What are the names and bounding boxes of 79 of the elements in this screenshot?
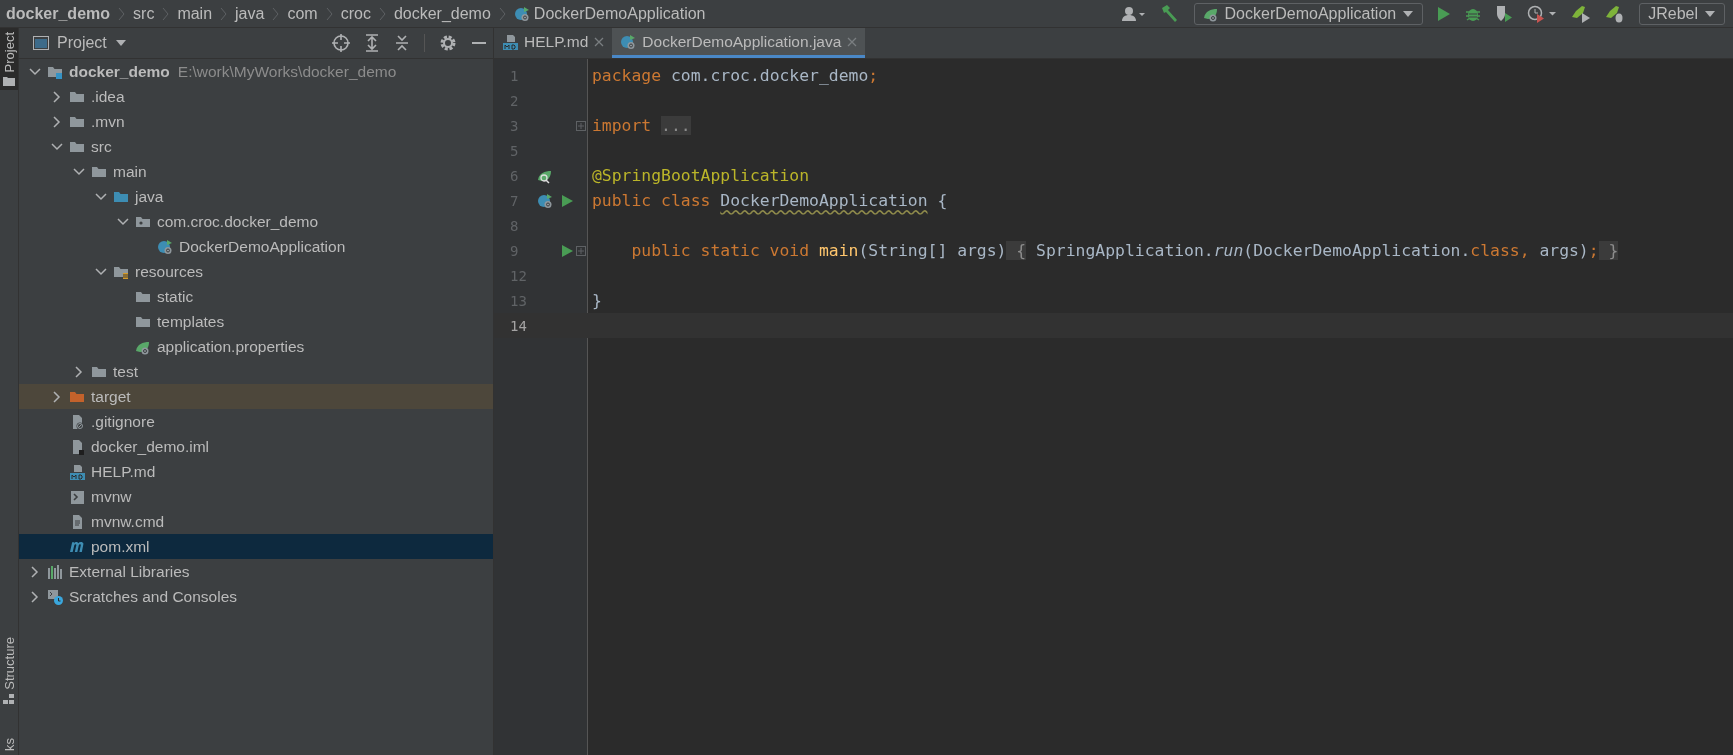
- class-icon: [157, 238, 173, 255]
- editor-tab[interactable]: HELP.md: [494, 28, 613, 58]
- caret-icon: [1704, 9, 1716, 18]
- tree-item[interactable]: .mvn: [19, 109, 493, 134]
- breadcrumb[interactable]: com: [287, 4, 318, 23]
- tree-item[interactable]: .idea: [19, 84, 493, 109]
- tree-item[interactable]: static: [19, 284, 493, 309]
- code-line: public static void main(String[] args) { SpringApplication.run(DockerDemoApplication.class, args); }: [630, 241, 1619, 260]
- code-line: public class DockerDemoApplication {: [592, 191, 948, 210]
- tree-item[interactable]: pom.xml: [19, 534, 493, 559]
- class-icon: [537, 192, 554, 209]
- chevron-icon: [220, 6, 228, 21]
- scratches-icon: [47, 588, 63, 605]
- close-icon[interactable]: [594, 36, 605, 47]
- tree-item[interactable]: src: [19, 134, 493, 159]
- jrebel-dropdown[interactable]: JRebel: [1639, 2, 1725, 25]
- tree-item[interactable]: External Libraries: [19, 559, 493, 584]
- chevron-icon: [162, 6, 170, 21]
- tree-item[interactable]: HELP.md: [19, 459, 493, 484]
- tree-item[interactable]: DockerDemoApplication: [19, 234, 493, 259]
- markdown-file-icon: [502, 33, 518, 50]
- run-icon[interactable]: [1437, 5, 1452, 22]
- structure-icon: [3, 694, 15, 704]
- tree-item[interactable]: com.croc.docker_demo: [19, 209, 493, 234]
- rocket-run-icon[interactable]: [1571, 4, 1592, 23]
- tree-item[interactable]: application.properties: [19, 334, 493, 359]
- chevron-icon: [378, 6, 386, 21]
- maven-icon: [70, 541, 84, 552]
- tree-item[interactable]: java: [19, 184, 493, 209]
- class-icon: [620, 33, 637, 50]
- window-icon: [33, 36, 49, 50]
- structure-tool-button[interactable]: Structure: [0, 633, 18, 708]
- caret-icon: [114, 39, 127, 47]
- caret-icon: [1402, 9, 1415, 18]
- settings-icon[interactable]: [439, 34, 457, 52]
- crosshair-icon[interactable]: [332, 34, 350, 52]
- tree-item[interactable]: docker_demo E:\work\MyWorks\docker_demo: [19, 59, 493, 84]
- tree-item[interactable]: target: [19, 384, 493, 409]
- libraries-icon: [47, 563, 63, 580]
- tree-item[interactable]: Scratches and Consoles: [19, 584, 493, 609]
- tree-item[interactable]: docker_demo.iml: [19, 434, 493, 459]
- expand-all-icon[interactable]: [364, 34, 380, 52]
- chevron-icon: [325, 6, 333, 21]
- breadcrumb[interactable]: docker_demo: [393, 4, 491, 23]
- chevron-icon: [498, 6, 506, 21]
- breadcrumb[interactable]: DockerDemoApplication: [513, 4, 706, 23]
- hammer-icon[interactable]: [1159, 4, 1180, 23]
- code-line: package com.croc.docker_demo;: [592, 66, 879, 85]
- editor-tab[interactable]: DockerDemoApplication.java: [612, 28, 866, 58]
- breadcrumb[interactable]: src: [133, 4, 155, 23]
- tool-button[interactable]: ks: [0, 734, 18, 755]
- code-line: @SpringBootApplication: [592, 166, 810, 185]
- code-line: }: [592, 291, 602, 310]
- chevron-icon: [272, 6, 280, 21]
- collapse-all-icon[interactable]: [394, 34, 410, 52]
- breadcrumb[interactable]: java: [235, 4, 265, 23]
- user-menu-icon[interactable]: [1121, 5, 1146, 22]
- run-configuration-dropdown[interactable]: DockerDemoApplication: [1193, 2, 1424, 25]
- class-icon: [513, 5, 530, 22]
- tree-item[interactable]: main: [19, 159, 493, 184]
- code-line: import ...: [592, 116, 691, 135]
- markdown-file-icon: [69, 463, 85, 480]
- breadcrumb[interactable]: main: [177, 4, 213, 23]
- tree-item[interactable]: templates: [19, 309, 493, 334]
- shield-run-icon[interactable]: [1495, 4, 1514, 23]
- tree-item[interactable]: .gitignore: [19, 409, 493, 434]
- chevron-icon: [118, 6, 126, 21]
- tree-item[interactable]: test: [19, 359, 493, 384]
- breadcrumb[interactable]: docker_demo: [6, 4, 111, 23]
- profiler-menu-icon[interactable]: [1527, 4, 1558, 23]
- tree-item[interactable]: resources: [19, 259, 493, 284]
- line-number: 14: [509, 317, 528, 334]
- project-tool-button[interactable]: Project: [0, 28, 18, 91]
- project-view-dropdown[interactable]: Project: [33, 34, 127, 52]
- tree-item[interactable]: mvnw: [19, 484, 493, 509]
- breadcrumb[interactable]: croc: [340, 4, 371, 23]
- folder-icon: [3, 76, 15, 87]
- tree-item[interactable]: mvnw.cmd: [19, 509, 493, 534]
- terminal-file-icon: [69, 488, 85, 505]
